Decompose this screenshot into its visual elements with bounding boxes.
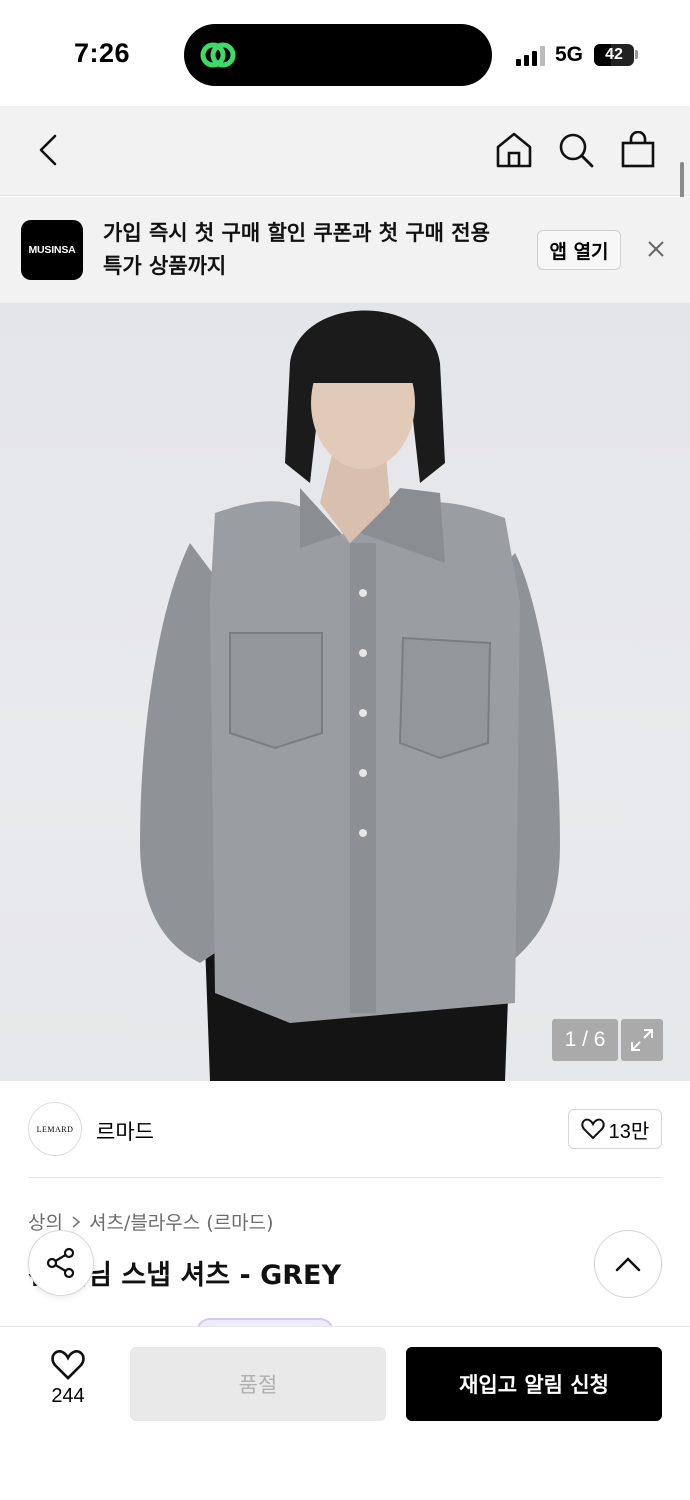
image-counter: 1 / 6 (552, 1019, 618, 1061)
brand-like-button[interactable]: 13만 (568, 1109, 662, 1149)
musinsa-logo: MUSINSA (21, 220, 83, 280)
battery-icon: 42 (594, 44, 634, 66)
brand-logo: LEMARD (28, 1102, 82, 1156)
expand-icon (631, 1029, 653, 1051)
status-time: 7:26 (74, 38, 131, 68)
dynamic-island (184, 24, 492, 86)
status-bar: 7:26 5G 42 (0, 0, 690, 106)
chevron-right-icon (72, 1215, 81, 1228)
brand-name[interactable]: 르마드 (96, 1116, 154, 1146)
chevron-up-icon (615, 1257, 641, 1272)
shopping-bag-icon (621, 131, 655, 168)
bottom-action-bar: 244 품절 재입고 알림 신청 (0, 1326, 690, 1500)
cart-button[interactable] (614, 126, 662, 174)
chevron-left-icon (39, 134, 57, 166)
signal-icon (516, 46, 545, 66)
open-app-button[interactable]: 앱 열기 (537, 230, 621, 270)
brand-like-count: 13만 (608, 1120, 650, 1143)
brand-row[interactable]: LEMARD 르마드 13만 (28, 1100, 662, 1178)
close-banner-button[interactable] (642, 235, 670, 263)
heart-icon (51, 1350, 85, 1380)
wishlist-count: 244 (51, 1385, 85, 1407)
app-install-banner: MUSINSA 가입 즉시 첫 구매 할인 쿠폰과 첫 구매 전용 특가 상품까… (0, 197, 690, 303)
heart-icon (581, 1118, 605, 1140)
home-button[interactable] (490, 126, 538, 174)
battery-level: 42 (605, 46, 623, 63)
wishlist-button[interactable]: 244 (28, 1349, 108, 1421)
top-nav-bar (0, 106, 690, 196)
restock-alert-button[interactable]: 재입고 알림 신청 (406, 1347, 662, 1421)
banner-message: 가입 즉시 첫 구매 할인 쿠폰과 첫 구매 전용 특가 상품까지 (103, 221, 490, 278)
back-button[interactable] (24, 126, 72, 174)
battery-nub (635, 50, 638, 59)
close-icon (648, 241, 664, 257)
breadcrumb-subcategory[interactable]: 셔츠/블라우스 (르마드) (89, 1208, 274, 1235)
search-button[interactable] (552, 126, 600, 174)
product-photo-illustration (140, 310, 560, 1081)
share-icon (46, 1247, 75, 1279)
home-icon (496, 132, 532, 168)
expand-image-button[interactable] (621, 1019, 663, 1061)
network-type: 5G (555, 43, 584, 66)
soldout-button: 품절 (130, 1347, 386, 1421)
product-image[interactable]: 1 / 6 (0, 303, 690, 1081)
scroll-to-top-button[interactable] (594, 1230, 662, 1298)
search-icon (559, 133, 594, 168)
link-icon (200, 42, 236, 68)
share-button[interactable] (28, 1230, 94, 1296)
